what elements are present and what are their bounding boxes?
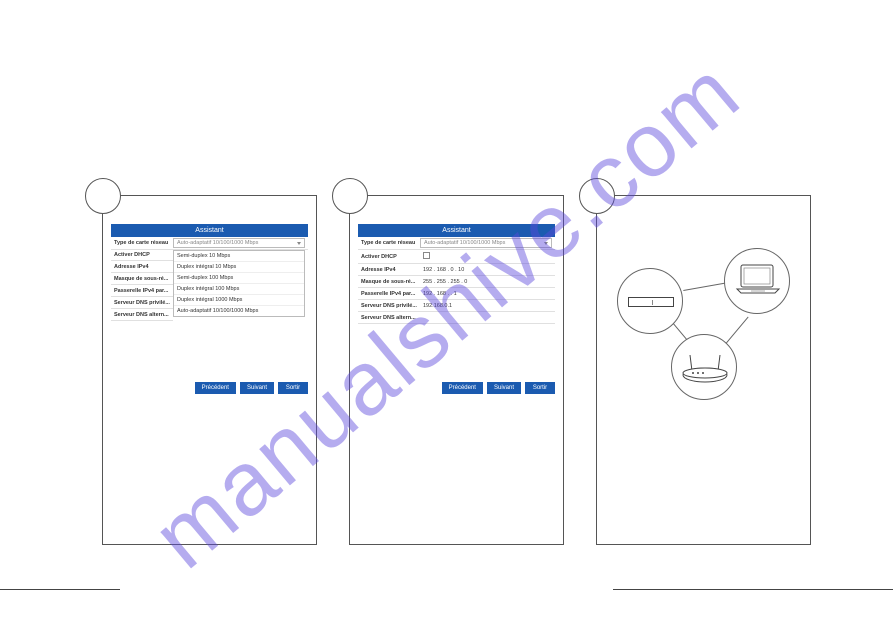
nvr-icon	[617, 268, 683, 334]
router-icon	[671, 334, 737, 400]
panels-row: Assistant Type de carte réseau Auto-adap…	[102, 195, 811, 545]
panel-step-2: Assistant Type de carte réseau Auto-adap…	[349, 195, 564, 545]
label-nic-type: Type de carte réseau	[358, 238, 420, 248]
nvr-box-icon	[628, 297, 674, 307]
label-dns2: Serveur DNS altern...	[111, 310, 173, 320]
label-ipv4: Adresse IPv4	[358, 265, 420, 275]
dropdown-option[interactable]: Auto-adaptatif 10/100/1000 Mbps	[174, 306, 304, 316]
dropdown-option[interactable]: Semi-duplex 10 Mbps	[174, 251, 304, 262]
label-gateway: Passerelle IPv4 par...	[358, 289, 420, 299]
label-mask: Masque de sous-ré...	[111, 274, 173, 284]
prev-button[interactable]: Précédent	[195, 382, 236, 394]
step-circle-2	[332, 178, 368, 214]
next-button[interactable]: Suivant	[240, 382, 274, 394]
wizard-title: Assistant	[358, 224, 555, 237]
select-nic-type[interactable]: Auto-adaptatif 10/100/1000 Mbps	[173, 238, 305, 248]
nic-type-dropdown: Semi-duplex 10 Mbps Duplex intégral 10 M…	[173, 250, 305, 317]
label-dhcp: Activer DHCP	[111, 250, 173, 260]
value-gateway[interactable]: 192 . 168 . . 1	[420, 289, 555, 299]
dhcp-checkbox[interactable]	[423, 252, 430, 259]
panel-step-1: Assistant Type de carte réseau Auto-adap…	[102, 195, 317, 545]
wizard-footer-1: Précédent Suivant Sortir	[195, 382, 308, 394]
panel-step-3	[596, 195, 811, 545]
wizard-window-1: Assistant Type de carte réseau Auto-adap…	[111, 224, 308, 250]
row-ipv4: Adresse IPv4 192 . 168 . 0 . 10	[358, 264, 555, 276]
value-mask[interactable]: 255 . 255 . 255 . 0	[420, 277, 555, 287]
connector-line	[683, 282, 728, 291]
value-ipv4[interactable]: 192 . 168 . 0 . 10	[420, 265, 555, 275]
label-dhcp: Activer DHCP	[358, 252, 420, 262]
exit-button[interactable]: Sortir	[525, 382, 555, 394]
dropdown-option[interactable]: Duplex intégral 100 Mbps	[174, 284, 304, 295]
dhcp-checkbox-cell	[420, 250, 555, 263]
wizard-title: Assistant	[111, 224, 308, 237]
row-nic-type: Type de carte réseau Auto-adaptatif 10/1…	[358, 237, 555, 250]
label-dns2: Serveur DNS altern...	[358, 313, 420, 323]
label-dns1: Serveur DNS privilé...	[358, 301, 420, 311]
step-circle-3	[579, 178, 615, 214]
select-nic-type[interactable]: Auto-adaptatif 10/100/1000 Mbps	[420, 238, 552, 248]
row-dns2: Serveur DNS altern...	[358, 312, 555, 324]
footer-rule-right	[613, 589, 893, 590]
row-dhcp: Activer DHCP	[358, 250, 555, 264]
connector-line	[723, 317, 748, 347]
label-dns1: Serveur DNS privilé...	[111, 298, 173, 308]
row-gateway: Passerelle IPv4 par... 192 . 168 . . 1	[358, 288, 555, 300]
label-ipv4: Adresse IPv4	[111, 262, 173, 272]
dropdown-option[interactable]: Duplex intégral 1000 Mbps	[174, 295, 304, 306]
dropdown-option[interactable]: Semi-duplex 100 Mbps	[174, 273, 304, 284]
network-diagram	[597, 226, 810, 406]
row-dns1: Serveur DNS privilé... 192.168.0.1	[358, 300, 555, 312]
laptop-icon	[724, 248, 790, 314]
label-mask: Masque de sous-ré...	[358, 277, 420, 287]
label-gateway: Passerelle IPv4 par...	[111, 286, 173, 296]
wizard-window-2: Assistant Type de carte réseau Auto-adap…	[358, 224, 555, 324]
step-circle-1	[85, 178, 121, 214]
wizard-footer-2: Précédent Suivant Sortir	[442, 382, 555, 394]
exit-button[interactable]: Sortir	[278, 382, 308, 394]
value-dns2[interactable]	[420, 316, 555, 320]
row-mask: Masque de sous-ré... 255 . 255 . 255 . 0	[358, 276, 555, 288]
label-nic-type: Type de carte réseau	[111, 238, 173, 248]
next-button[interactable]: Suivant	[487, 382, 521, 394]
footer-rule-left	[0, 589, 120, 590]
value-dns1[interactable]: 192.168.0.1	[420, 301, 555, 311]
prev-button[interactable]: Précédent	[442, 382, 483, 394]
dropdown-option[interactable]: Duplex intégral 10 Mbps	[174, 262, 304, 273]
